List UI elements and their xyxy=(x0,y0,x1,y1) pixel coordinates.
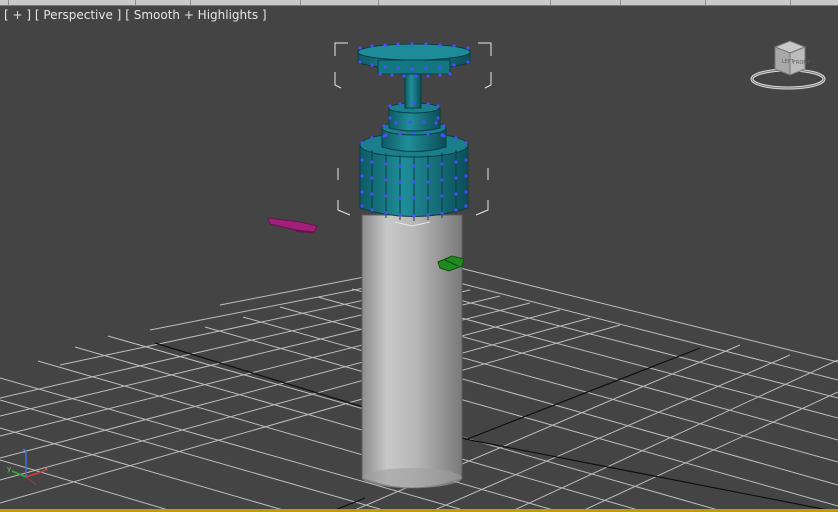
grid-main-axes xyxy=(154,342,838,512)
axis-z-label: z xyxy=(22,447,26,455)
cylinder-body[interactable] xyxy=(361,214,463,489)
axis-tripod-icon: z x y xyxy=(7,447,48,486)
axis-y-label: y xyxy=(7,465,11,473)
viewcube-icon[interactable]: LEFT FRONT xyxy=(738,35,838,95)
teal-cap-assembly[interactable] xyxy=(357,42,471,221)
perspective-viewport[interactable]: [ + ] [ Perspective ] [ Smooth + Highlig… xyxy=(0,0,838,512)
viewport-menu-plus[interactable]: [ + ] xyxy=(4,8,31,22)
axis-x-label: x xyxy=(44,465,48,473)
viewcube-front-face[interactable]: FRONT xyxy=(793,60,811,66)
scene-canvas[interactable] xyxy=(0,0,838,512)
viewport-shading-label[interactable]: [ Smooth + Highlights ] xyxy=(125,8,266,22)
viewport-view-label[interactable]: [ Perspective ] xyxy=(35,8,122,22)
magenta-object[interactable] xyxy=(267,217,318,233)
viewport-label[interactable]: [ + ] [ Perspective ] [ Smooth + Highlig… xyxy=(4,8,267,22)
